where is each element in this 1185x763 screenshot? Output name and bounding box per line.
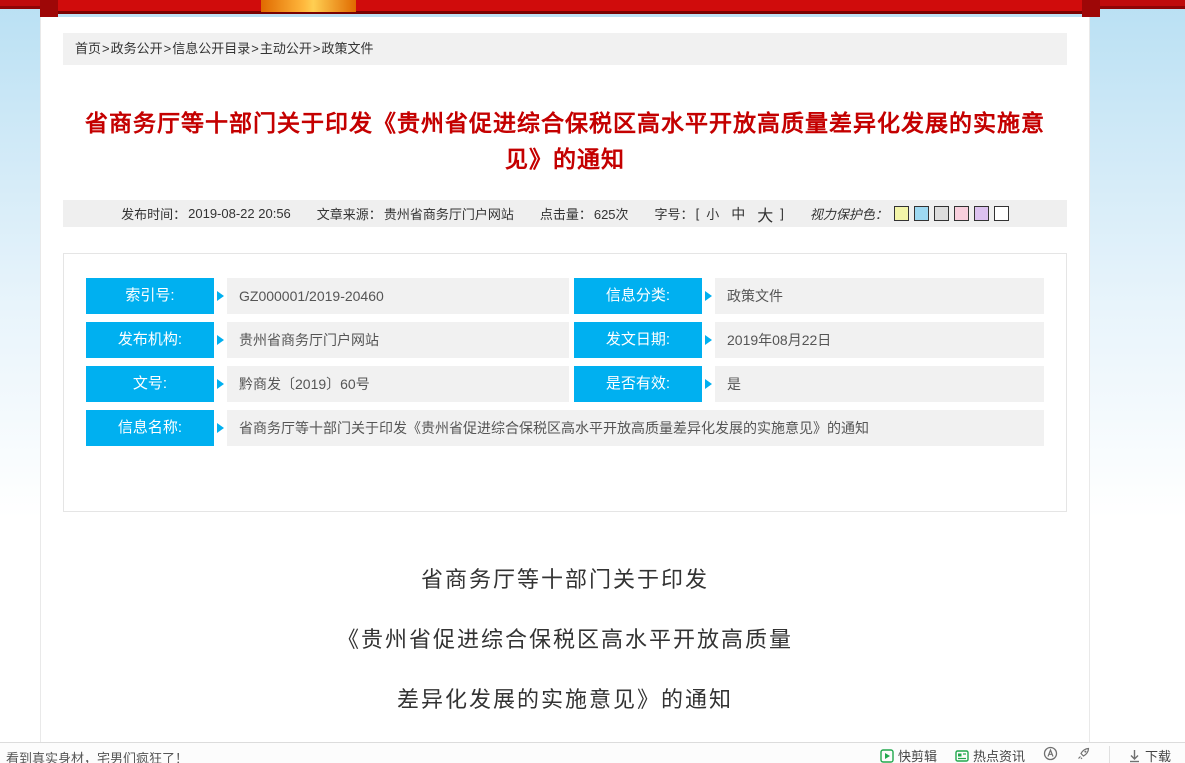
- font-size-medium-button[interactable]: 中: [731, 204, 745, 224]
- info-name-value: 省商务厅等十部门关于印发《贵州省促进综合保税区高水平开放高质量差异化发展的实施意…: [227, 410, 1044, 446]
- publish-time-value: 2019-08-22 20:56: [188, 206, 291, 221]
- info-category-label: 信息分类:: [574, 278, 702, 314]
- article-meta-bar: 发布时间：2019-08-22 20:56 文章来源：贵州省商务厅门户网站 点击…: [63, 200, 1067, 227]
- article-title-line-3: 差异化发展的实施意见》的通知: [41, 685, 1089, 715]
- issue-date-label: 发文日期:: [574, 322, 702, 358]
- top-banner-main: [40, 0, 1100, 14]
- eye-protect-swatch-blue[interactable]: [914, 206, 929, 221]
- hot-news-label: 热点资讯: [973, 746, 1025, 763]
- arrow-right-icon: [705, 335, 712, 345]
- font-size-label: 字号：: [655, 204, 694, 223]
- font-size-control: 字号： [ 小 中 大 ]: [655, 202, 784, 226]
- table-row: 信息名称: 省商务厅等十部门关于印发《贵州省促进综合保税区高水平开放高质量差异化…: [86, 410, 1044, 446]
- bottom-toolbar: 快剪辑 热点资讯 下载: [880, 746, 1185, 763]
- font-size-small-button[interactable]: 小: [706, 204, 719, 223]
- breadcrumb-item-gov-info[interactable]: 政务公开: [111, 41, 163, 56]
- publish-time: 发布时间：2019-08-22 20:56: [121, 204, 291, 223]
- article-source-label: 文章来源：: [317, 204, 382, 223]
- article-body: 省商务厅等十部门关于印发 《贵州省促进综合保税区高水平开放高质量 差异化发展的实…: [41, 565, 1089, 763]
- page-title: 省商务厅等十部门关于印发《贵州省促进综合保税区高水平开放高质量差异化发展的实施意…: [71, 105, 1059, 177]
- validity-value: 是: [715, 366, 1044, 402]
- bottom-news-ticker[interactable]: 看到真实身材，宅男们疯狂了！: [0, 748, 188, 763]
- publish-time-label: 发布时间：: [121, 204, 186, 223]
- hit-count: 点击量：625次: [540, 204, 629, 223]
- article-source-value: 贵州省商务厅门户网站: [384, 204, 514, 223]
- document-info-table: 索引号: GZ000001/2019-20460 信息分类: 政策文件 发布机构…: [63, 253, 1067, 512]
- quick-edit-label: 快剪辑: [898, 746, 937, 763]
- eye-protect-control: 视力保护色：: [810, 204, 1009, 223]
- arrow-right-icon: [217, 379, 224, 389]
- table-row: 发布机构: 贵州省商务厅门户网站 发文日期: 2019年08月22日: [86, 322, 1044, 358]
- arrow-right-icon: [705, 291, 712, 301]
- eye-protect-swatch-yellow[interactable]: [894, 206, 909, 221]
- font-size-bracket-close: ]: [780, 206, 784, 221]
- circled-a-icon: [1043, 746, 1058, 761]
- eye-protect-label: 视力保护色：: [810, 204, 888, 223]
- article-source: 文章来源：贵州省商务厅门户网站: [317, 204, 514, 223]
- breadcrumb-item-active-disclosure[interactable]: 主动公开: [260, 41, 312, 56]
- article-title-line-1: 省商务厅等十部门关于印发: [41, 565, 1089, 595]
- rocket-icon: [1076, 746, 1091, 761]
- breadcrumb-item-home[interactable]: 首页: [75, 41, 101, 56]
- hit-count-value: 625次: [594, 204, 629, 223]
- info-name-label: 信息名称:: [86, 410, 214, 446]
- breadcrumb: 首页>政务公开>信息公开目录>主动公开>政策文件: [63, 33, 1067, 65]
- arrow-right-icon: [217, 291, 224, 301]
- font-size-large-button[interactable]: 大: [757, 202, 773, 226]
- browser-bottom-bar: 看到真实身材，宅男们疯狂了！ 快剪辑 热点资讯 下载: [0, 742, 1185, 763]
- content-page: 首页>政务公开>信息公开目录>主动公开>政策文件 省商务厅等十部门关于印发《贵州…: [40, 17, 1090, 742]
- speed-boost-button[interactable]: [1076, 746, 1091, 761]
- quick-edit-button[interactable]: 快剪辑: [880, 746, 937, 763]
- eye-protect-swatch-gray[interactable]: [934, 206, 949, 221]
- top-banner-right-cap: [1082, 0, 1100, 17]
- index-number-value: GZ000001/2019-20460: [227, 278, 569, 314]
- breadcrumb-separator: >: [313, 41, 321, 56]
- doc-number-value: 黔商发〔2019〕60号: [227, 366, 569, 402]
- top-banner-left-cap: [40, 0, 58, 17]
- breadcrumb-separator: >: [251, 41, 259, 56]
- download-button[interactable]: 下载: [1128, 746, 1171, 763]
- font-size-bracket-open: [: [696, 206, 700, 221]
- validity-label: 是否有效:: [574, 366, 702, 402]
- hot-news-button[interactable]: 热点资讯: [955, 746, 1025, 763]
- issue-date-value: 2019年08月22日: [715, 322, 1044, 358]
- arrow-right-icon: [217, 423, 224, 433]
- breadcrumb-item-policy-files[interactable]: 政策文件: [321, 41, 373, 56]
- top-banner-orange-glow: [261, 0, 356, 12]
- info-category-value: 政策文件: [715, 278, 1044, 314]
- arrow-right-icon: [705, 379, 712, 389]
- publisher-value: 贵州省商务厅门户网站: [227, 322, 569, 358]
- arrow-right-icon: [217, 335, 224, 345]
- quick-edit-play-icon: [880, 749, 894, 763]
- download-label: 下载: [1145, 746, 1171, 763]
- index-number-label: 索引号:: [86, 278, 214, 314]
- article-title-line-2: 《贵州省促进综合保税区高水平开放高质量: [41, 625, 1089, 655]
- eye-protect-swatch-purple[interactable]: [974, 206, 989, 221]
- breadcrumb-separator: >: [164, 41, 172, 56]
- breadcrumb-item-catalog[interactable]: 信息公开目录: [172, 41, 250, 56]
- hot-news-icon: [955, 749, 969, 763]
- table-row: 索引号: GZ000001/2019-20460 信息分类: 政策文件: [86, 278, 1044, 314]
- table-row: 文号: 黔商发〔2019〕60号 是否有效: 是: [86, 366, 1044, 402]
- reader-mode-button[interactable]: [1043, 746, 1058, 761]
- toolbar-divider: [1109, 746, 1110, 763]
- eye-protect-swatch-pink[interactable]: [954, 206, 969, 221]
- doc-number-label: 文号:: [86, 366, 214, 402]
- hit-count-label: 点击量：: [540, 204, 592, 223]
- eye-protect-swatch-white[interactable]: [994, 206, 1009, 221]
- eye-protect-swatches: [894, 206, 1009, 221]
- download-arrow-icon: [1128, 749, 1141, 763]
- breadcrumb-separator: >: [102, 41, 110, 56]
- publisher-label: 发布机构:: [86, 322, 214, 358]
